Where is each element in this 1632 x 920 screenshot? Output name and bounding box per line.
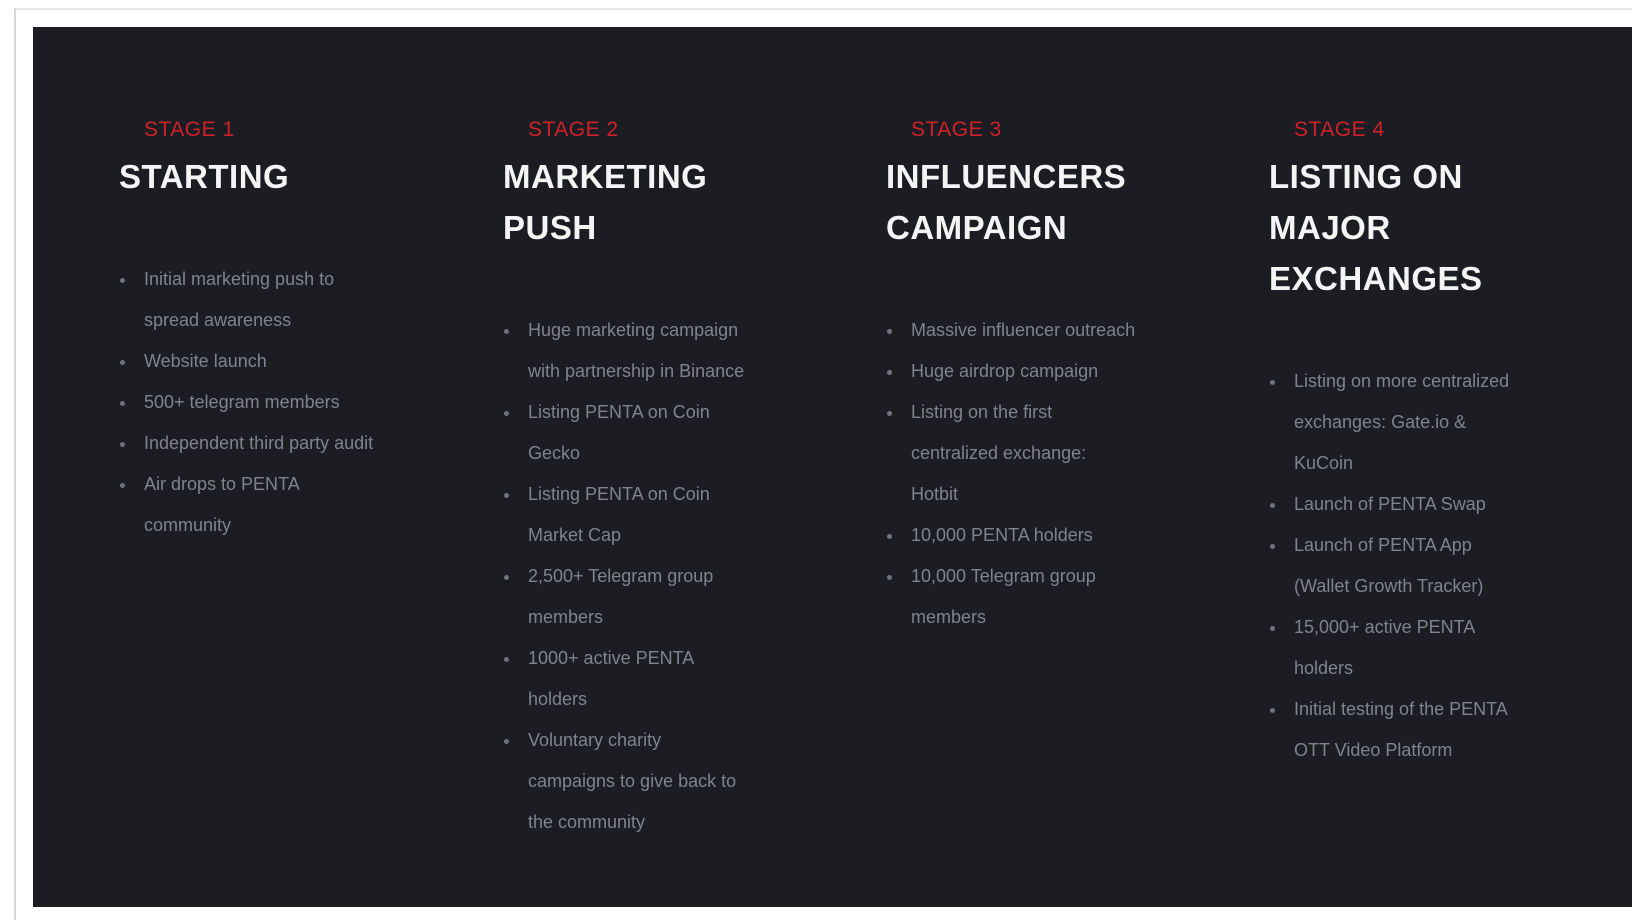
bullet-icon <box>1270 380 1275 385</box>
list-item: Launch of PENTA Swap <box>1269 484 1524 525</box>
stage-2-list: Huge marketing campaign with partnership… <box>503 310 753 843</box>
stage-3-title: INFLUENCERS CAMPAIGN <box>886 158 1127 246</box>
bullet-icon <box>504 575 509 580</box>
list-item: 1000+ active PENTA holders <box>503 638 753 720</box>
stage-3-label: STAGE 3 <box>911 118 1002 141</box>
bullet-icon <box>887 370 892 375</box>
list-item: 10,000 PENTA holders <box>886 515 1136 556</box>
bullet-icon <box>1270 503 1275 508</box>
bullet-icon <box>887 575 892 580</box>
bullet-icon <box>887 329 892 334</box>
list-item: 15,000+ active PENTA holders <box>1269 607 1524 689</box>
list-item: Listing on more centralized exchanges: G… <box>1269 361 1524 484</box>
list-item: Website launch <box>119 341 374 382</box>
list-item: Voluntary charity campaigns to give back… <box>503 720 753 843</box>
bullet-icon <box>504 657 509 662</box>
bullet-icon <box>504 411 509 416</box>
stage-1-label: STAGE 1 <box>144 118 235 141</box>
bullet-icon <box>1270 544 1275 549</box>
list-item: Air drops to PENTA community <box>119 464 374 546</box>
list-item: Massive influencer outreach <box>886 310 1136 351</box>
list-item: Listing PENTA on Coin Market Cap <box>503 474 753 556</box>
list-item: 10,000 Telegram group members <box>886 556 1136 638</box>
bullet-icon <box>504 739 509 744</box>
stage-4-list: Listing on more centralized exchanges: G… <box>1269 361 1524 771</box>
bullet-icon <box>1270 708 1275 713</box>
stage-4-title: LISTING ON MAJOR EXCHANGES <box>1269 158 1483 297</box>
list-item: Listing on the first centralized exchang… <box>886 392 1136 515</box>
stage-1-list: Initial marketing push to spread awarene… <box>119 259 374 546</box>
bullet-icon <box>120 442 125 447</box>
list-item: 2,500+ Telegram group members <box>503 556 753 638</box>
list-item: 500+ telegram members <box>119 382 374 423</box>
bullet-icon <box>887 411 892 416</box>
bullet-icon <box>120 483 125 488</box>
bullet-icon <box>887 534 892 539</box>
stage-2-label: STAGE 2 <box>528 118 619 141</box>
bullet-icon <box>504 493 509 498</box>
bullet-icon <box>120 278 125 283</box>
stage-4-label: STAGE 4 <box>1294 118 1385 141</box>
stage-3-list: Massive influencer outreach Huge airdrop… <box>886 310 1136 638</box>
list-item: Huge marketing campaign with partnership… <box>503 310 753 392</box>
list-item: Launch of PENTA App (Wallet Growth Track… <box>1269 525 1524 607</box>
bullet-icon <box>120 401 125 406</box>
list-item: Listing PENTA on Coin Gecko <box>503 392 753 474</box>
list-item: Independent third party audit <box>119 423 374 464</box>
list-item: Initial marketing push to spread awarene… <box>119 259 374 341</box>
list-item: Huge airdrop campaign <box>886 351 1136 392</box>
list-item: Initial testing of the PENTA OTT Video P… <box>1269 689 1524 771</box>
stage-1-title: STARTING <box>119 158 290 195</box>
bullet-icon <box>1270 626 1275 631</box>
stage-2-title: MARKETING PUSH <box>503 158 708 246</box>
bullet-icon <box>120 360 125 365</box>
bullet-icon <box>504 329 509 334</box>
roadmap-panel: STAGE 1 STARTING Initial marketing push … <box>33 27 1632 907</box>
